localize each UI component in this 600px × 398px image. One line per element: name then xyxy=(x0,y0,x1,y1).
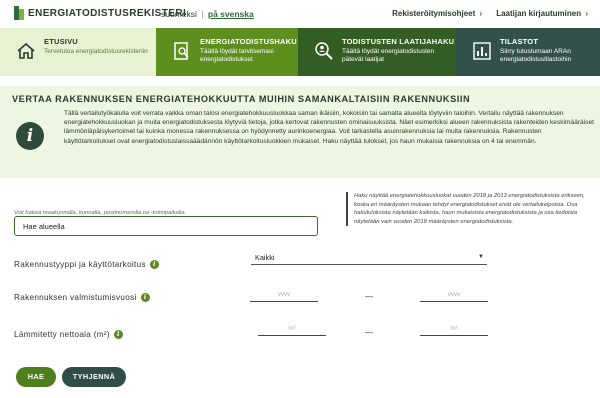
area-to-input[interactable]: m² xyxy=(420,322,488,336)
main-navigation: ETUSIVU Tervetuloa energiatodistusrekist… xyxy=(0,28,600,76)
login-link-label: Laatijan kirjautuminen xyxy=(496,9,582,18)
nav-tile-title: TODISTUSTEN LAATIJAHAKU xyxy=(342,37,455,46)
building-type-label-text: Rakennustyyppi ja käyttötarkoitus xyxy=(14,260,146,269)
home-icon xyxy=(17,42,35,59)
lang-swedish[interactable]: på svenska xyxy=(208,9,254,19)
nav-tile-title: TILASTOT xyxy=(500,37,539,46)
building-type-label: Rakennustyyppi ja käyttötarkoitus i xyxy=(14,260,159,269)
heated-area-label: Lämmitetty nettoala (m²) i xyxy=(14,330,123,339)
chevron-down-icon: ▼ xyxy=(478,254,484,260)
year-to-input[interactable]: vvvv xyxy=(420,288,488,302)
results-note: Haku näyttää energiatehokkuusluokat vuod… xyxy=(346,192,590,226)
range-dash: — xyxy=(365,328,373,337)
range-dash: — xyxy=(365,292,373,301)
lang-finnish[interactable]: suomeksi xyxy=(161,9,197,19)
language-switch: suomeksi | på svenska xyxy=(161,9,254,19)
logo-mark xyxy=(14,6,24,20)
info-icon[interactable]: i xyxy=(149,260,159,269)
search-button[interactable]: HAE xyxy=(16,367,56,387)
year-from-input[interactable]: vvvv xyxy=(250,288,318,302)
area-from-input[interactable]: m² xyxy=(258,322,326,336)
nav-tile-subtitle: Täältä löydät energiatodistusten pätevät… xyxy=(342,48,435,63)
area-search-input[interactable] xyxy=(14,216,318,236)
login-link[interactable]: Laatijan kirjautuminen › xyxy=(496,9,588,18)
person-search-icon xyxy=(315,42,333,60)
top-bar: ENERGIATODISTUSREKISTERI suomeksi | på s… xyxy=(0,0,600,28)
register-link[interactable]: Rekisteröitymisohjeet › xyxy=(392,9,482,18)
nav-tile-subtitle: Täältä löydät tarvitsemasi energiatodist… xyxy=(200,48,274,63)
building-type-value: Kaikki xyxy=(255,253,275,262)
clear-button[interactable]: TYHJENNÄ xyxy=(62,367,126,387)
info-icon: i xyxy=(16,122,44,150)
nav-tile-certificate-search[interactable]: ENERGIATODISTUSHAKU Täältä löydät tarvit… xyxy=(156,28,298,76)
top-links: Rekisteröitymisohjeet › Laatijan kirjaut… xyxy=(392,9,588,18)
statistics-icon xyxy=(473,42,491,60)
nav-tile-title: ETUSIVU xyxy=(44,37,78,46)
nav-tile-assessor-search[interactable]: TODISTUSTEN LAATIJAHAKU Täältä löydät en… xyxy=(298,28,456,76)
info-icon[interactable]: i xyxy=(140,293,150,302)
page-title: VERTAA RAKENNUKSEN ENERGIATEHOKKUUTTA MU… xyxy=(12,94,471,104)
chevron-right-icon: › xyxy=(585,9,588,18)
heated-area-label-text: Lämmitetty nettoala (m²) xyxy=(14,330,110,339)
intro-text: Tällä vertailutyökalulla voit verrata va… xyxy=(64,110,594,145)
lang-separator: | xyxy=(201,9,204,19)
nav-tile-home[interactable]: ETUSIVU Tervetuloa energiatodistusrekist… xyxy=(0,28,156,76)
nav-tile-subtitle: Tervetuloa energiatodistusrekisteriin xyxy=(44,48,148,55)
nav-tile-subtitle: Siirry tutustumaan ARAn energiatodistust… xyxy=(500,48,572,63)
intro-section: VERTAA RAKENNUKSEN ENERGIATEHOKKUUTTA MU… xyxy=(0,86,600,178)
nav-tile-title: ENERGIATODISTUSHAKU xyxy=(200,37,297,46)
building-type-select[interactable]: Kaikki ▼ xyxy=(251,251,487,265)
completion-year-label: Rakennuksen valmistumisvuosi i xyxy=(14,293,150,302)
chevron-right-icon: › xyxy=(479,9,483,18)
completion-year-label-text: Rakennuksen valmistumisvuosi xyxy=(14,293,137,302)
document-search-icon xyxy=(174,42,189,60)
register-link-label: Rekisteröitymisohjeet xyxy=(392,9,476,18)
info-icon[interactable]: i xyxy=(113,330,123,339)
nav-tile-statistics[interactable]: TILASTOT Siirry tutustumaan ARAn energia… xyxy=(456,28,600,76)
